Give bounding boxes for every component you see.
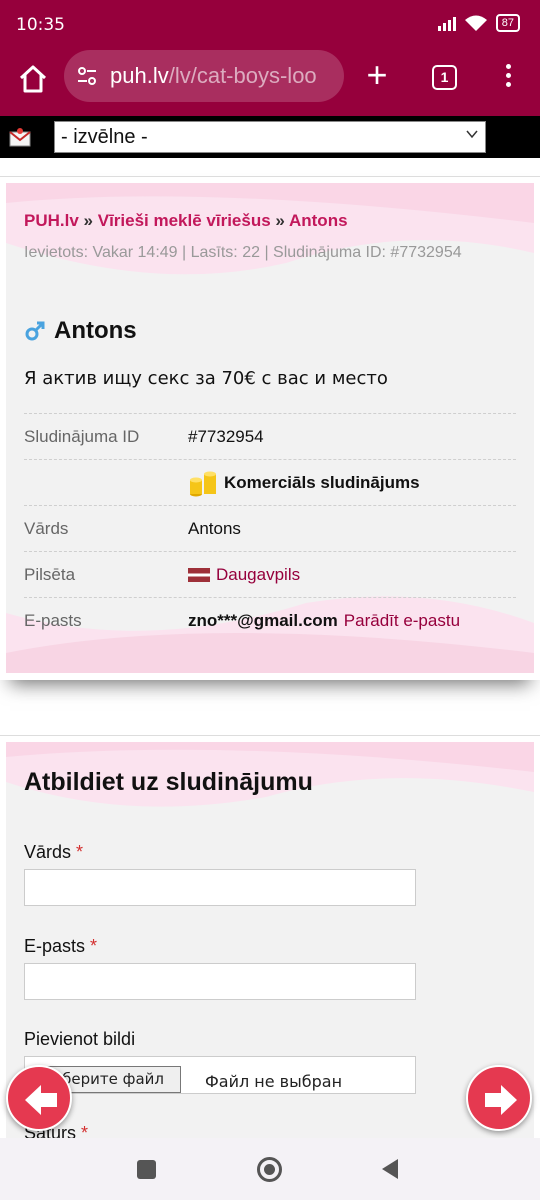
listing-details: Sludinājuma ID #7732954 Komerciāls sludi…	[24, 413, 516, 643]
coins-icon	[190, 471, 216, 496]
name-label: Vārds *	[24, 842, 83, 863]
home-icon[interactable]	[16, 62, 50, 96]
detail-row-id: Sludinājuma ID #7732954	[24, 413, 516, 459]
form-title: Atbildiet uz sludinājumu	[24, 768, 313, 796]
detail-label: Pilsēta	[24, 564, 76, 584]
email-masked: zno***@gmail.com	[188, 610, 338, 630]
signal-icon	[437, 15, 456, 31]
city-link[interactable]: Daugavpils	[216, 565, 300, 585]
detail-value-wrap: zno***@gmail.com Parādīt e-pastu	[188, 611, 460, 631]
name-label-text: Vārds	[24, 842, 72, 862]
breadcrumb-separator: »	[275, 211, 285, 230]
file-input[interactable]: Выберите файл Файл не выбран	[24, 1056, 416, 1094]
menu-select[interactable]: - izvēlne -	[54, 121, 486, 153]
site-nav: - izvēlne -	[0, 116, 540, 158]
detail-row-name: Vārds Antons	[24, 505, 516, 551]
picture-label: Pievienot bildi	[24, 1029, 136, 1049]
email-label-text: E-pasts	[24, 936, 86, 956]
detail-label: Sludinājuma ID	[24, 426, 140, 446]
required-mark: *	[76, 842, 84, 862]
detail-value-wrap: Daugavpils	[188, 565, 300, 585]
breadcrumb-current[interactable]: Antons	[289, 211, 348, 230]
tab-switcher-icon[interactable]: 1	[432, 65, 457, 90]
detail-row-commercial: Komerciāls sludinājums	[24, 459, 516, 505]
breadcrumb-home[interactable]: PUH.lv	[24, 211, 79, 230]
detail-value: Antons	[188, 518, 241, 538]
listing-card: PUH.lv » Vīrieši meklē vīriešus » Antons…	[0, 176, 540, 680]
wifi-icon	[464, 15, 487, 31]
detail-row-city: Pilsēta Daugavpils	[24, 551, 516, 597]
more-icon[interactable]	[502, 64, 514, 90]
listing-meta: Ievietots: Vakar 14:49 | Lasīts: 22 | Sl…	[24, 244, 462, 261]
url-bar[interactable]: puh.lv/lv/cat-boys-loo	[64, 50, 344, 102]
url-host: puh.lv	[110, 63, 169, 88]
listing-title-row: Antons	[24, 317, 137, 345]
detail-label: E-pasts	[24, 610, 82, 630]
status-icons: 87	[437, 14, 520, 32]
latvia-flag-icon	[188, 567, 210, 582]
site-settings-icon[interactable]	[76, 65, 98, 87]
email-label: E-pasts *	[24, 936, 97, 957]
reply-form-panel: Atbildiet uz sludinājumu Vārds * E-pasts…	[6, 742, 534, 1152]
header-decoration	[6, 183, 534, 275]
required-mark: *	[90, 936, 98, 956]
detail-value: #7732954	[188, 426, 264, 446]
listing-panel: PUH.lv » Vīrieši meklē vīriešus » Antons…	[6, 183, 534, 673]
detail-value-wrap: Komerciāls sludinājums	[188, 468, 420, 498]
previous-button[interactable]	[6, 1065, 72, 1131]
listing-title: Antons	[54, 317, 137, 344]
battery-indicator: 87	[495, 14, 520, 32]
breadcrumb-category[interactable]: Vīrieši meklē vīriešus	[98, 211, 271, 230]
listing-description: Я актив ищу секс за 70€ с вас и место	[24, 368, 388, 389]
arrow-left-icon	[25, 1085, 57, 1115]
commercial-label: Komerciāls sludinājums	[224, 472, 420, 492]
file-status: Файл не выбран	[205, 1072, 343, 1091]
detail-row-email: E-pasts zno***@gmail.com Parādīt e-pastu	[24, 597, 516, 643]
arrow-right-icon	[485, 1085, 517, 1115]
email-input[interactable]	[24, 963, 416, 1000]
recent-apps-icon[interactable]	[137, 1160, 156, 1179]
detail-label: Vārds	[24, 518, 69, 538]
gender-icon	[25, 321, 45, 341]
status-time: 10:35	[16, 15, 65, 35]
breadcrumb: PUH.lv » Vīrieši meklē vīriešus » Antons	[24, 211, 348, 231]
status-bar: 10:35 87	[0, 0, 540, 50]
plus-icon[interactable]: +	[362, 57, 392, 93]
mail-logo-icon[interactable]	[8, 126, 32, 148]
breadcrumb-separator: »	[83, 211, 93, 230]
browser-toolbar: puh.lv/lv/cat-boys-loo + 1	[0, 50, 540, 116]
next-button[interactable]	[466, 1065, 532, 1131]
back-icon[interactable]	[380, 1158, 400, 1180]
system-nav-bar	[0, 1138, 540, 1200]
url-path: /lv/cat-boys-loo	[168, 63, 317, 88]
show-email-link[interactable]: Parādīt e-pastu	[344, 611, 460, 631]
home-nav-icon[interactable]	[257, 1157, 282, 1182]
reply-form-card: Atbildiet uz sludinājumu Vārds * E-pasts…	[0, 735, 540, 1152]
name-input[interactable]	[24, 869, 416, 906]
